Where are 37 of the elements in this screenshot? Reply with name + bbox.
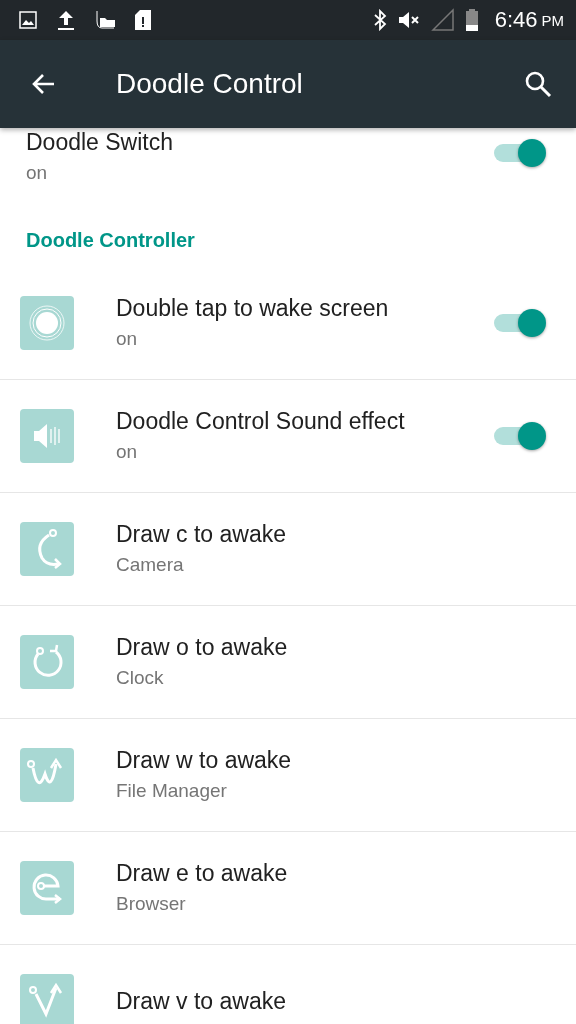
setting-title: Draw c to awake [116, 520, 287, 549]
bluetooth-icon [372, 9, 387, 31]
image-icon [18, 10, 38, 30]
mute-icon [396, 10, 421, 30]
setting-summary: on [116, 327, 139, 351]
setting-title: Draw e to awake [116, 859, 289, 888]
screen-title: Doodle Control [116, 68, 303, 100]
setting-title: Doodle Control Sound effect [116, 407, 406, 436]
setting-title: Doodle Switch [26, 128, 175, 157]
speaker-icon [20, 409, 74, 463]
setting-row[interactable]: Draw v to awake [0, 945, 576, 1024]
section-header: Doodle Controller [25, 228, 196, 253]
setting-title: Draw o to awake [116, 633, 289, 662]
setting-summary: Camera [116, 553, 185, 577]
search-icon [524, 70, 552, 98]
battery-icon [464, 8, 479, 32]
setting-row[interactable]: Draw o to awake Clock [0, 606, 576, 719]
clock-period: PM [541, 11, 564, 29]
clock-time: 6:46 [494, 7, 538, 33]
setting-title: Draw v to awake [116, 987, 287, 1016]
setting-title: Double tap to wake screen [116, 294, 390, 323]
setting-row[interactable]: Double tap to wake screen on [0, 267, 576, 380]
setting-summary: Clock [116, 666, 165, 690]
setting-summary: Browser [116, 892, 187, 916]
setting-row[interactable]: Draw e to awake Browser [0, 832, 576, 945]
sd-card-icon [134, 9, 152, 31]
folder-icon [94, 9, 116, 31]
setting-title: Draw w to awake [116, 746, 293, 775]
setting-summary: File Manager [116, 779, 228, 803]
setting-summary: on [26, 161, 49, 185]
upload-icon [56, 9, 76, 31]
setting-row[interactable]: Doodle Switch on [0, 128, 576, 212]
setting-row[interactable]: Draw w to awake File Manager [0, 719, 576, 832]
setting-row[interactable]: Draw c to awake Camera [0, 493, 576, 606]
signal-icon [430, 8, 455, 32]
setting-summary: on [116, 440, 139, 464]
setting-row[interactable]: Doodle Control Sound effect on [0, 380, 576, 493]
